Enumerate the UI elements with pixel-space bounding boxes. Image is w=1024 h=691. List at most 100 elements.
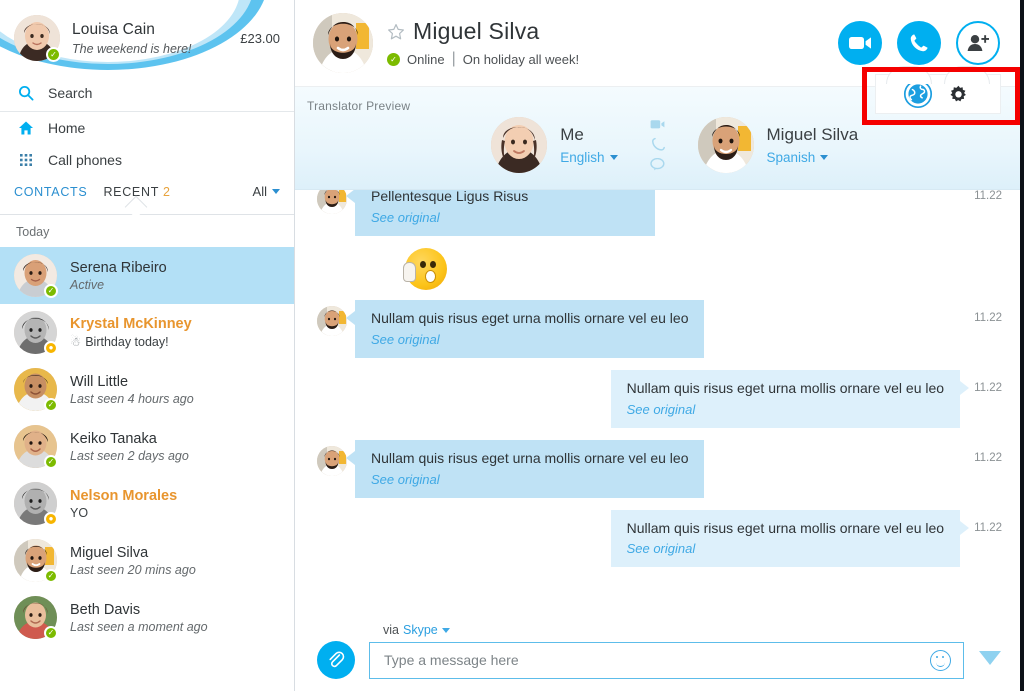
see-original-link[interactable]: See original xyxy=(627,402,944,417)
my-avatar[interactable]: ✓ xyxy=(14,15,61,62)
tabs-underline xyxy=(0,206,294,215)
message-row: Nullam quis risus eget urna mollis ornar… xyxy=(317,369,1002,428)
presence-badge-away: ● xyxy=(44,341,58,355)
list-filter-label: All xyxy=(252,184,267,199)
list-item-text: Keiko Tanaka Last seen 2 days ago xyxy=(70,431,189,463)
translator-mode-icons xyxy=(618,119,698,171)
list-item-text: Will Little Last seen 4 hours ago xyxy=(70,374,194,406)
list-item[interactable]: ✓ Miguel Silva Last seen 20 mins ago xyxy=(0,532,294,589)
my-profile-row[interactable]: ✓ Louisa Cain The weekend is here! £23.0… xyxy=(0,0,294,74)
recent-contacts-list[interactable]: ✓ Serena Ribeiro Active ● Krystal McKinn… xyxy=(0,247,294,691)
emoji-mouth xyxy=(425,269,436,283)
sidebar-item-call-phones[interactable]: Call phones xyxy=(0,144,294,176)
my-profile-info: Louisa Cain The weekend is here! xyxy=(72,21,234,56)
sidebar: ✓ Louisa Cain The weekend is here! £23.0… xyxy=(0,0,295,691)
add-people-button[interactable] xyxy=(956,21,1000,65)
message-bubble-outgoing[interactable]: Nullam quis risus eget urna mollis ornar… xyxy=(610,509,970,568)
translator-settings-pill xyxy=(875,66,1001,114)
message-input[interactable] xyxy=(384,652,930,668)
search-input[interactable]: Search xyxy=(0,74,294,112)
contact-status: YO xyxy=(70,505,89,520)
contact-status-text: Birthday today! xyxy=(85,335,169,349)
translator-peer: Miguel Silva Spanish xyxy=(697,117,948,173)
compose-area: via Skype xyxy=(295,618,1020,691)
translator-me-name: Me xyxy=(560,125,584,144)
message-avatar xyxy=(317,190,347,214)
attach-file-button[interactable] xyxy=(317,641,355,679)
emoji-eye-left xyxy=(420,260,426,268)
audio-call-button[interactable] xyxy=(897,21,941,65)
skype-credit-amount[interactable]: £23.00 xyxy=(234,31,280,46)
see-original-link[interactable]: See original xyxy=(371,210,639,225)
peer-info: Miguel Silva ✓ Online | On holiday all w… xyxy=(387,18,838,68)
list-item[interactable]: ✓ Beth Davis Last seen a moment ago xyxy=(0,589,294,646)
tab-contacts[interactable]: CONTACTS xyxy=(14,185,87,199)
avatar-image xyxy=(317,305,347,336)
emoji-finger xyxy=(403,261,416,282)
via-channel-label: Skype xyxy=(402,623,438,637)
chat-bubble-icon[interactable] xyxy=(650,158,665,171)
tab-recent-count: 2 xyxy=(163,184,170,199)
avatar: ✓ xyxy=(14,368,58,412)
message-bubble-outgoing[interactable]: Nullam quis risus eget urna mollis ornar… xyxy=(610,369,970,428)
send-button[interactable] xyxy=(978,648,1002,673)
sidebar-item-call-phones-label: Call phones xyxy=(48,152,122,168)
peer-avatar[interactable] xyxy=(313,13,373,73)
contact-name: Will Little xyxy=(70,373,129,390)
contact-status: Last seen 4 hours ago xyxy=(70,391,194,406)
avatar-image xyxy=(317,190,347,214)
header-actions xyxy=(838,21,1000,65)
list-item[interactable]: ✓ Serena Ribeiro Active xyxy=(0,247,294,304)
my-mood-message[interactable]: The weekend is here! xyxy=(72,42,234,56)
status-separator: | xyxy=(451,50,456,67)
list-filter-dropdown[interactable]: All xyxy=(253,184,280,199)
message-text: Nullam quis risus eget urna mollis ornar… xyxy=(371,449,689,466)
message-bubble-incoming[interactable]: Nullam quis risus eget urna mollis ornar… xyxy=(345,299,705,358)
chevron-down-icon xyxy=(820,155,829,160)
translator-peer-language-label: Spanish xyxy=(766,150,816,165)
peer-name-row: Miguel Silva xyxy=(387,18,838,45)
message-text: Nullam quis risus eget urna mollis ornar… xyxy=(371,309,689,326)
message-avatar xyxy=(317,445,347,476)
contact-status: Last seen 2 days ago xyxy=(70,448,189,463)
see-original-link[interactable]: See original xyxy=(371,332,688,347)
message-timestamp: 11.22 xyxy=(974,190,1002,202)
send-channel-selector[interactable]: via Skype xyxy=(383,623,1002,637)
chevron-down-icon xyxy=(609,155,618,160)
star-outline-icon[interactable] xyxy=(387,23,405,41)
avatar xyxy=(317,445,347,476)
list-item[interactable]: ✓ Will Little Last seen 4 hours ago xyxy=(0,361,294,418)
see-original-link[interactable]: See original xyxy=(627,541,944,556)
see-original-link[interactable]: See original xyxy=(371,472,688,487)
chevron-down-icon xyxy=(272,189,280,194)
avatar: ● xyxy=(14,482,58,526)
contact-name: Keiko Tanaka xyxy=(70,430,157,447)
avatar-illustration xyxy=(491,117,548,173)
list-item-text: Beth Davis Last seen a moment ago xyxy=(70,602,208,634)
message-transcript[interactable]: Pellentesque Ligus Risus See original 11… xyxy=(295,190,1020,618)
translator-peer-language-dropdown[interactable]: Spanish xyxy=(767,150,859,165)
message-row-emoji[interactable] xyxy=(403,247,1002,290)
video-call-button[interactable] xyxy=(838,21,882,65)
list-item-text: Nelson Morales YO xyxy=(70,488,177,520)
presence-badge-online: ✓ xyxy=(387,52,400,66)
translator-me-language-dropdown[interactable]: English xyxy=(560,150,618,165)
translator-peer-name: Miguel Silva xyxy=(766,125,859,144)
video-camera-icon[interactable] xyxy=(650,119,665,130)
avatar xyxy=(317,190,347,214)
message-text: Pellentesque Ligus Risus xyxy=(371,190,529,204)
message-bubble-incoming[interactable]: Nullam quis risus eget urna mollis ornar… xyxy=(345,439,705,498)
peer-mood-message: On holiday all week! xyxy=(462,51,580,67)
send-arrow-icon xyxy=(979,650,1001,665)
message-row: Nullam quis risus eget urna mollis ornar… xyxy=(317,509,1002,568)
message-input-wrapper[interactable] xyxy=(369,641,964,679)
smiley-icon[interactable] xyxy=(930,649,951,671)
list-item[interactable]: ● Nelson Morales YO xyxy=(0,475,294,532)
message-bubble-incoming[interactable]: Pellentesque Ligus Risus See original xyxy=(346,190,655,236)
list-item[interactable]: ✓ Keiko Tanaka Last seen 2 days ago xyxy=(0,418,294,475)
message-timestamp: 11.22 xyxy=(974,451,1002,464)
sidebar-item-home[interactable]: Home xyxy=(0,112,294,144)
avatar: ✓ xyxy=(14,539,58,583)
list-item[interactable]: ● Krystal McKinney ☃ Birthday today! xyxy=(0,304,294,361)
phone-icon[interactable] xyxy=(651,137,665,151)
